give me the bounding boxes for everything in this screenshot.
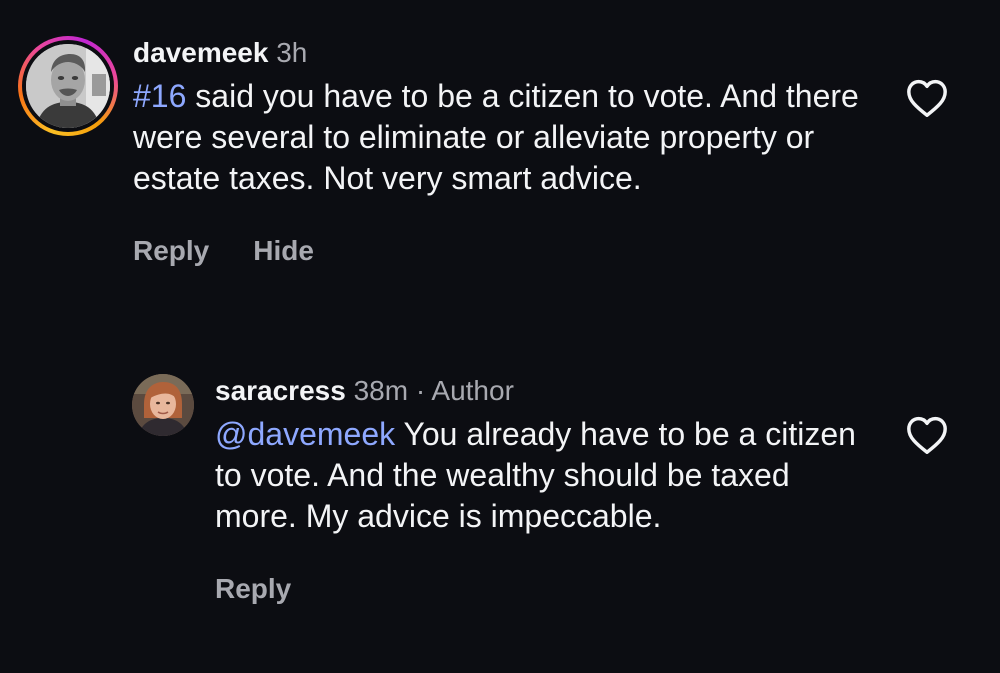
username-link[interactable]: davemeek bbox=[133, 37, 268, 68]
avatar-photo-icon bbox=[26, 44, 110, 128]
story-ring-avatar[interactable] bbox=[18, 36, 118, 136]
avatar[interactable] bbox=[132, 374, 194, 436]
comment-text: @davemeek You already have to be a citiz… bbox=[215, 414, 875, 537]
comment-meta: davemeek 3h bbox=[133, 34, 893, 72]
heart-outline-icon[interactable] bbox=[905, 415, 949, 455]
avatar-ring-gap bbox=[22, 40, 114, 132]
comment-meta: saracress 38m · Author bbox=[215, 372, 875, 410]
comment-actions: Reply Hide bbox=[133, 235, 893, 267]
author-badge: Author bbox=[431, 375, 514, 406]
mention-link[interactable]: @davemeek bbox=[215, 416, 395, 452]
avatar bbox=[26, 44, 110, 128]
hashtag-link[interactable]: #16 bbox=[133, 78, 186, 114]
comment-actions: Reply bbox=[215, 573, 875, 605]
comment-body: saracress 38m · Author @davemeek You alr… bbox=[215, 372, 875, 605]
reply-button[interactable]: Reply bbox=[133, 235, 209, 267]
hide-button[interactable]: Hide bbox=[253, 235, 314, 267]
meta-separator: · bbox=[415, 375, 426, 406]
username-link[interactable]: saracress bbox=[215, 375, 346, 406]
avatar-photo-icon bbox=[132, 374, 194, 436]
timestamp: 3h bbox=[276, 37, 308, 68]
reply-button[interactable]: Reply bbox=[215, 573, 291, 605]
comment-text: #16 said you have to be a citizen to vot… bbox=[133, 76, 893, 199]
comment-body: davemeek 3h #16 said you have to be a ci… bbox=[133, 34, 893, 267]
timestamp: 38m bbox=[353, 375, 409, 406]
comment-message: said you have to be a citizen to vote. A… bbox=[133, 78, 859, 196]
heart-outline-icon[interactable] bbox=[905, 78, 949, 118]
